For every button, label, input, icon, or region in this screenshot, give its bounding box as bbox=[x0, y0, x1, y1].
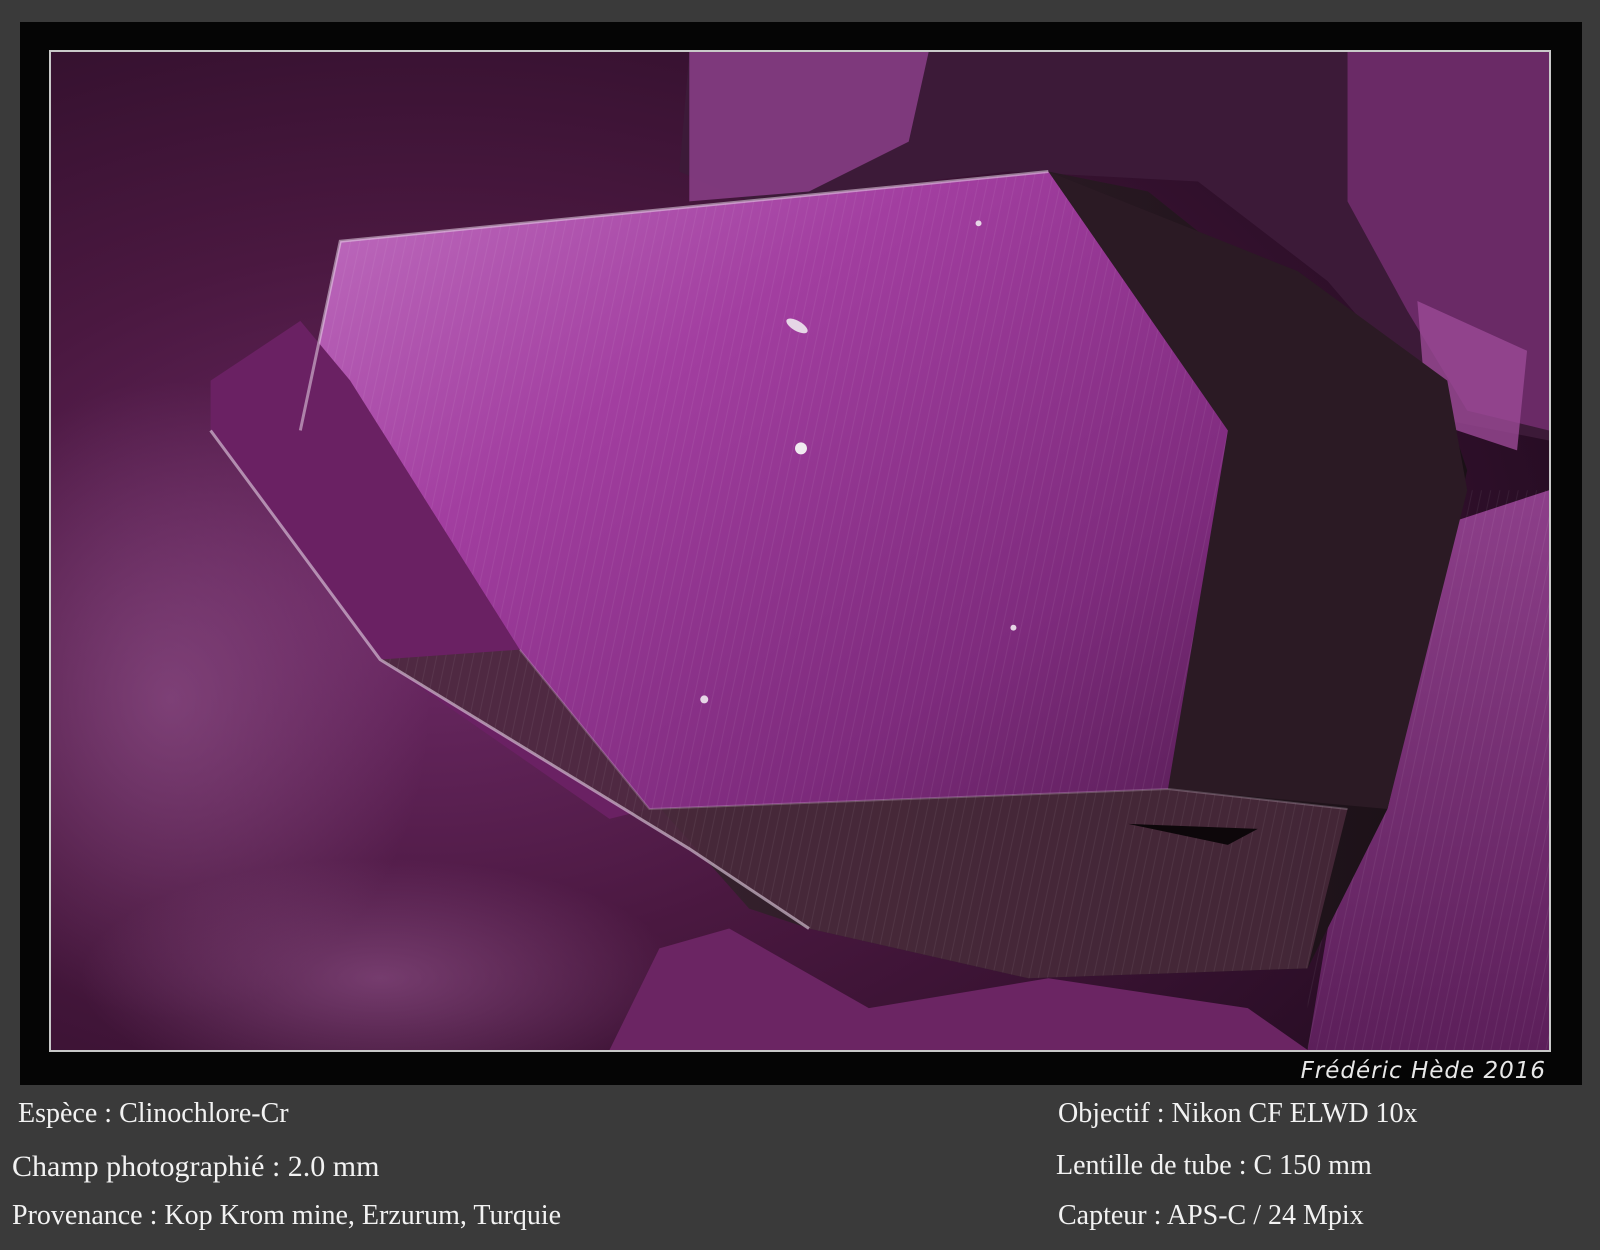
mineral-photo bbox=[49, 50, 1551, 1052]
caption-field: Champ photographié : 2.0 mm bbox=[12, 1150, 380, 1183]
caption-tube-lens: Lentille de tube : C 150 mm bbox=[1056, 1150, 1372, 1181]
caption-origin: Provenance : Kop Krom mine, Erzurum, Tur… bbox=[12, 1200, 562, 1231]
photographer-signature: Frédéric Hède 2016 bbox=[1300, 1058, 1546, 1084]
caption-species: Espèce : Clinochlore-Cr bbox=[18, 1098, 289, 1129]
crystal-illustration bbox=[51, 52, 1549, 1050]
caption-sensor: Capteur : APS-C / 24 Mpix bbox=[1058, 1200, 1364, 1231]
caption-objective: Objectif : Nikon CF ELWD 10x bbox=[1058, 1098, 1418, 1129]
